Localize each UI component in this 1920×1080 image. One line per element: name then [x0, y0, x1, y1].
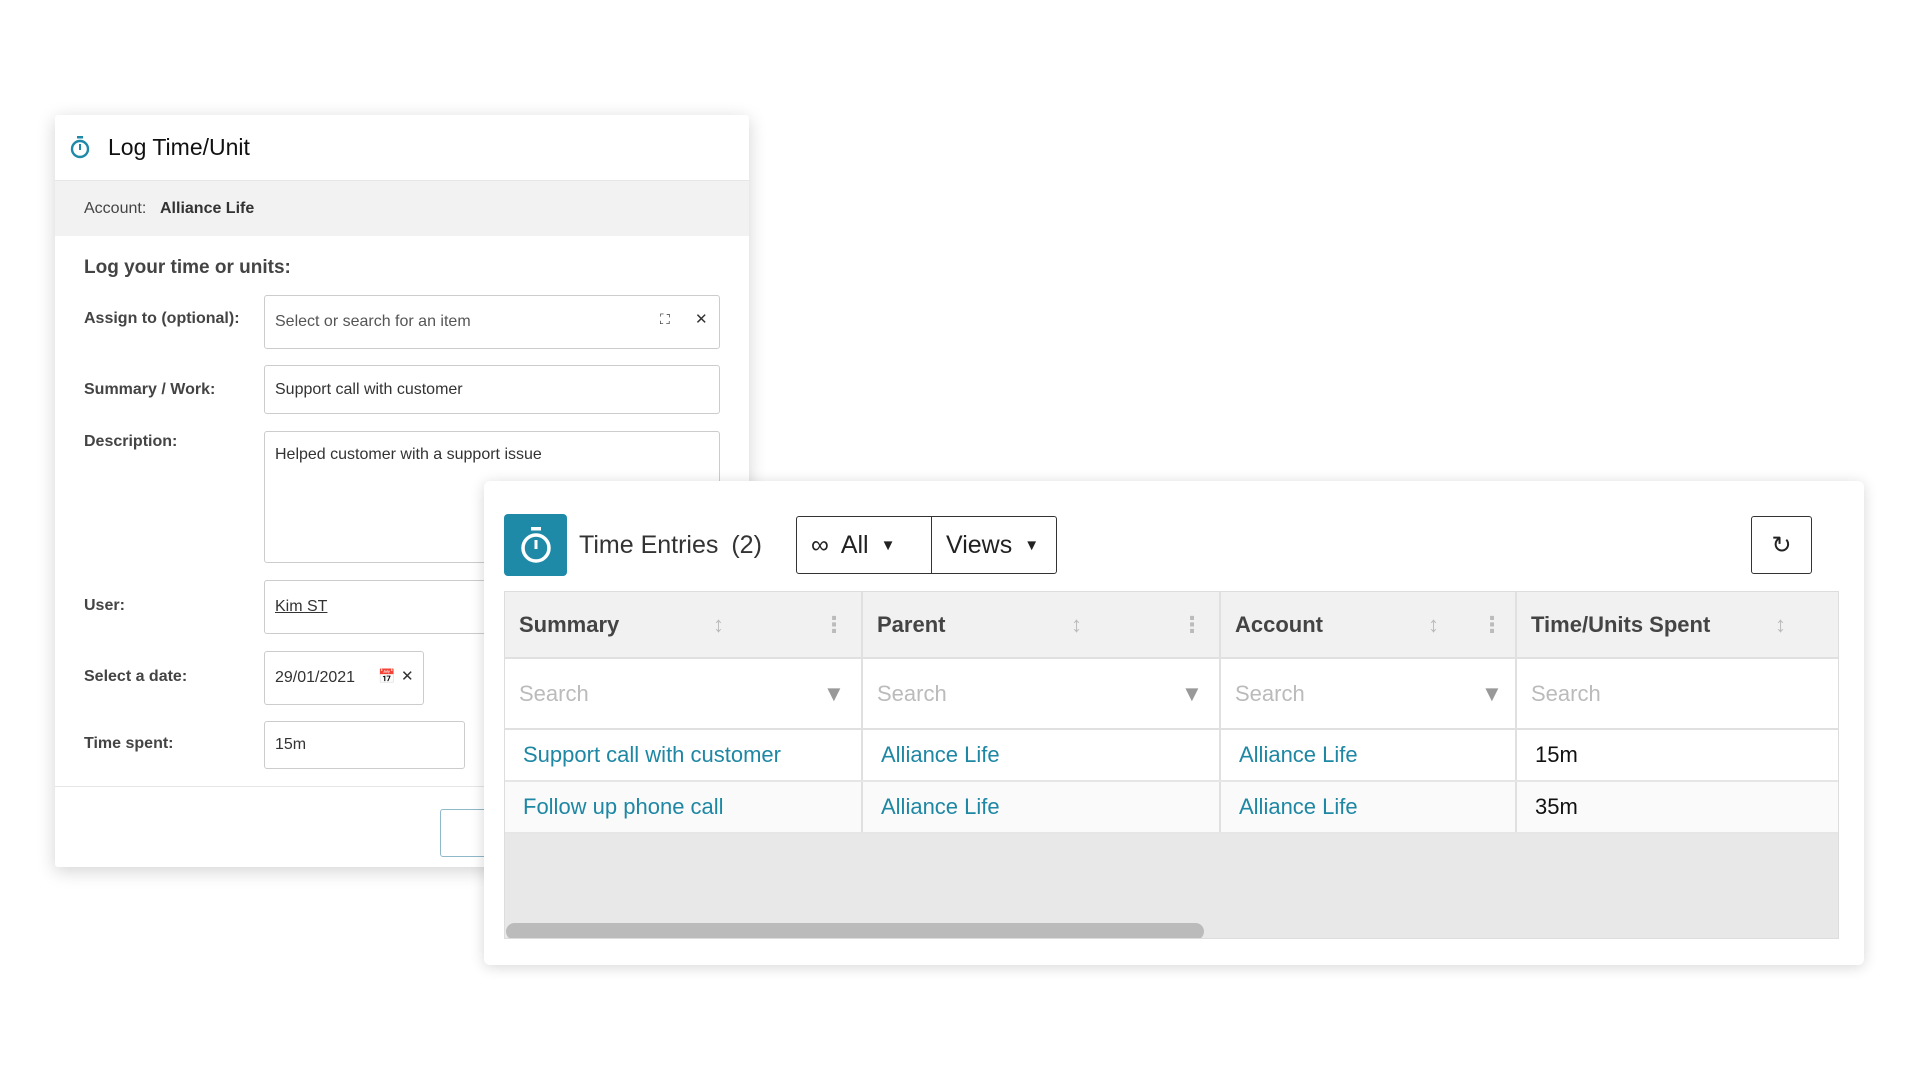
- refresh-button[interactable]: ↻: [1751, 516, 1812, 574]
- stopwatch-icon: [70, 136, 90, 159]
- summary-label: Summary / Work:: [84, 381, 216, 398]
- parent-link[interactable]: Alliance Life: [863, 782, 1221, 832]
- user-label: User:: [84, 597, 125, 614]
- assign-to-select[interactable]: Select or search for an item ⛶ ✕: [264, 295, 720, 349]
- clear-date-icon[interactable]: ✕: [401, 667, 414, 685]
- summary-value: Support call with customer: [275, 380, 463, 398]
- assign-placeholder: Select or search for an item: [275, 313, 471, 330]
- sort-icon[interactable]: ↕: [1775, 612, 1786, 638]
- description-value: Helped customer with a support issue: [275, 446, 542, 463]
- views-dropdown[interactable]: Views ▼: [932, 517, 1056, 573]
- views-label: Views: [946, 530, 1013, 559]
- sort-icon[interactable]: ↕: [1428, 612, 1439, 638]
- time-spent-input[interactable]: 15m: [264, 721, 465, 769]
- column-menu-icon[interactable]: ⋮: [1481, 612, 1503, 638]
- table-row: Follow up phone call Alliance Life Allia…: [505, 782, 1838, 834]
- description-label: Description:: [84, 433, 178, 450]
- parent-link[interactable]: Alliance Life: [863, 730, 1221, 780]
- dialog-header: Log Time/Unit: [55, 115, 749, 181]
- dialog-title: Log Time/Unit: [108, 134, 250, 160]
- column-header-time[interactable]: Time/Units Spent ↕: [1517, 592, 1838, 657]
- date-input[interactable]: 29/01/2021 📅 ✕: [264, 651, 424, 705]
- caret-down-icon: ▼: [880, 536, 896, 554]
- time-entries-panel: Time Entries (2) ∞ All ▼ Views ▼ ↻ Summa…: [484, 481, 1864, 965]
- filter-icon[interactable]: ▼: [823, 681, 845, 707]
- time-value: 15m: [1535, 742, 1578, 767]
- summary-search-input[interactable]: Search ▼: [505, 659, 863, 728]
- time-entries-table: Summary ↕ ⋮ Parent ↕ ⋮ Account ↕ ⋮ Time/Units …: [504, 591, 1839, 939]
- sort-icon[interactable]: ↕: [1071, 612, 1082, 638]
- account-search-input[interactable]: Search ▼: [1221, 659, 1517, 728]
- date-label: Select a date:: [84, 668, 188, 685]
- filter-icon[interactable]: ▼: [1181, 681, 1203, 707]
- horizontal-scrollbar[interactable]: [506, 923, 1204, 938]
- summary-input[interactable]: Support call with customer: [264, 365, 720, 414]
- account-value: Alliance Life: [160, 200, 255, 217]
- time-spent-label: Time spent:: [84, 735, 174, 752]
- all-filter-dropdown[interactable]: ∞ All ▼: [797, 517, 932, 573]
- column-header-parent[interactable]: Parent ↕ ⋮: [863, 592, 1221, 657]
- column-header-summary[interactable]: Summary ↕ ⋮: [505, 592, 863, 657]
- infinity-icon: ∞: [811, 530, 829, 559]
- sort-icon[interactable]: ↕: [713, 612, 724, 638]
- parent-search-input[interactable]: Search ▼: [863, 659, 1221, 728]
- entry-count: (2): [731, 531, 762, 559]
- filter-icon[interactable]: ▼: [1481, 681, 1503, 707]
- column-menu-icon[interactable]: ⋮: [1181, 612, 1203, 638]
- caret-down-icon: ▼: [1024, 536, 1040, 554]
- stopwatch-icon: [504, 514, 567, 576]
- form-heading: Log your time or units:: [84, 257, 291, 278]
- refresh-icon: ↻: [1771, 531, 1792, 559]
- all-filter-label: All: [840, 530, 869, 559]
- account-link[interactable]: Alliance Life: [1221, 730, 1517, 780]
- search-row: Search ▼ Search ▼ Search ▼ Search: [505, 659, 1838, 730]
- column-menu-icon[interactable]: ⋮: [823, 612, 845, 638]
- summary-link[interactable]: Support call with customer: [505, 730, 863, 780]
- account-link[interactable]: Alliance Life: [1221, 782, 1517, 832]
- date-value: 29/01/2021: [275, 669, 356, 686]
- filter-dropdown-group: ∞ All ▼ Views ▼: [796, 516, 1057, 574]
- user-link[interactable]: Kim ST: [275, 598, 327, 616]
- summary-link[interactable]: Follow up phone call: [505, 782, 863, 832]
- expand-icon[interactable]: ⛶: [660, 311, 670, 328]
- panel-title-text: Time Entries: [579, 531, 719, 559]
- panel-title: Time Entries (2): [579, 531, 762, 560]
- column-header-account[interactable]: Account ↕ ⋮: [1221, 592, 1517, 657]
- calendar-icon[interactable]: 📅: [378, 668, 395, 685]
- clear-icon[interactable]: ✕: [695, 310, 708, 328]
- account-band: Account: Alliance Life: [55, 181, 749, 236]
- time-spent-value: 15m: [275, 736, 307, 753]
- time-search-input[interactable]: Search: [1517, 659, 1838, 728]
- account-label: Account:: [84, 200, 147, 217]
- table-header-row: Summary ↕ ⋮ Parent ↕ ⋮ Account ↕ ⋮ Time/Units …: [505, 592, 1838, 659]
- time-value: 35m: [1535, 794, 1578, 819]
- table-row: Support call with customer Alliance Life…: [505, 730, 1838, 782]
- assign-label: Assign to (optional):: [84, 310, 240, 327]
